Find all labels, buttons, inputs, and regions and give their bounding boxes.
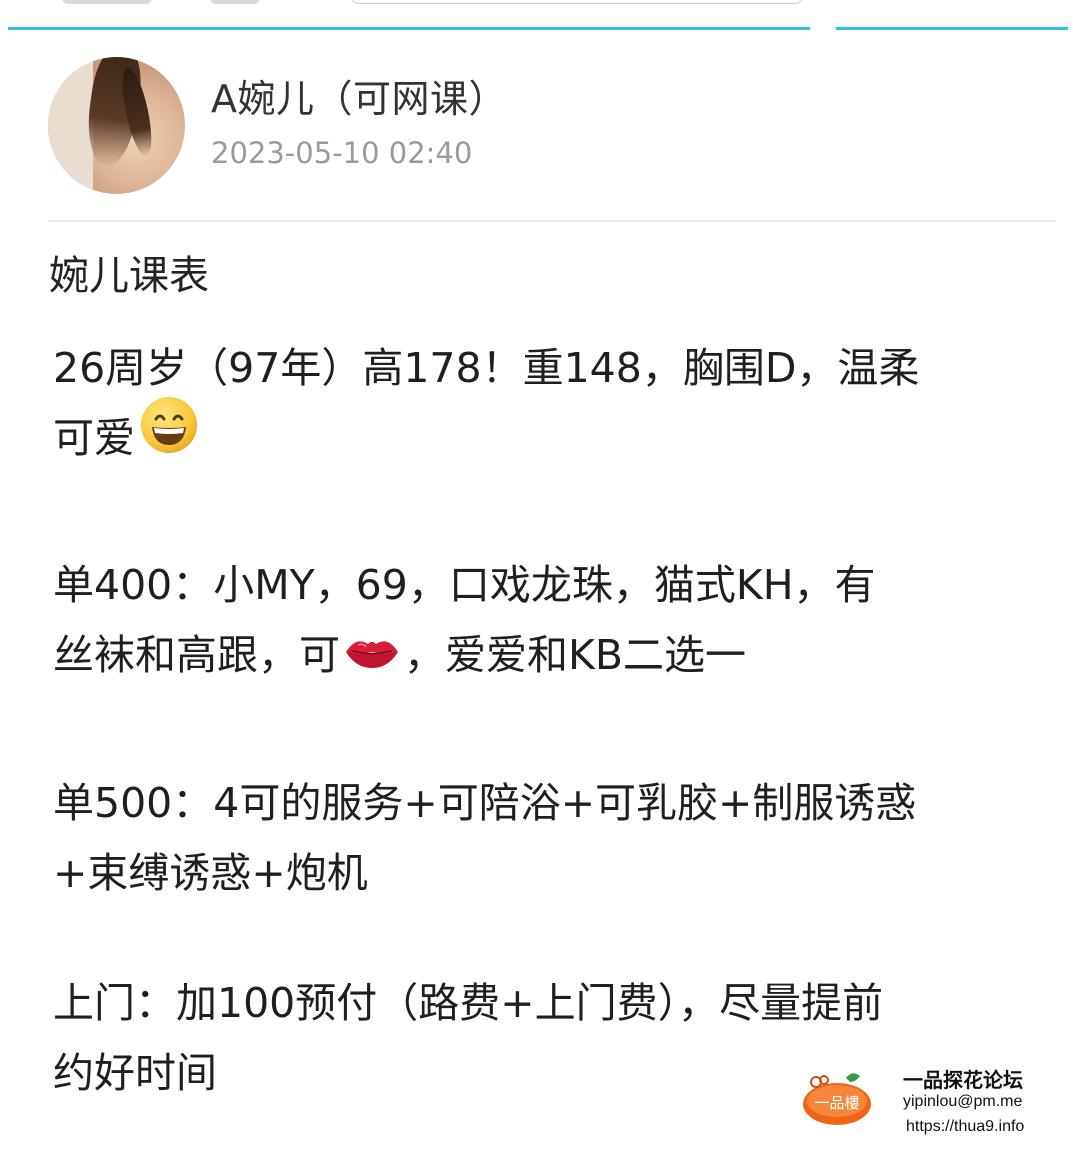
post-text: 26周岁（97年）高178！重148，胸围D，温柔	[53, 344, 920, 392]
post-text: 丝袜和高跟，可	[53, 631, 340, 679]
avatar[interactable]	[48, 57, 185, 194]
post-text: 单500：4可的服务+可陪浴+可乳胶+制服诱惑	[53, 779, 917, 827]
post-paragraph: 26周岁（97年）高178！重148，胸围D，温柔 可爱	[53, 333, 919, 473]
post-text: 约好时间	[53, 1049, 217, 1097]
kiss-mark-icon	[340, 623, 404, 693]
grinning-face-icon	[135, 397, 199, 476]
post-timestamp: 2023-05-10 02:40	[211, 136, 473, 170]
watermark-logo-text: 一品樓	[814, 1094, 859, 1112]
header-fragment	[210, 0, 260, 4]
search-bar[interactable]	[350, 0, 804, 4]
post-text: +束缚诱惑+炮机	[53, 849, 368, 897]
top-app-bar	[0, 0, 1073, 32]
watermark-url: https://thua9.info	[906, 1118, 1025, 1135]
post-paragraph: 上门：加100预付（路费+上门费），尽量提前 约好时间	[53, 968, 883, 1108]
header-fragment	[62, 0, 152, 4]
watermark-email: yipinlou@pm.me	[903, 1093, 1023, 1110]
accent-divider-notch	[810, 26, 836, 32]
header-divider	[48, 220, 1056, 222]
watermark-title: 一品探花论坛	[903, 1068, 1023, 1092]
watermark-logo: 一品樓	[800, 1066, 874, 1126]
post-paragraph: 单400：小MY，69，口戏龙珠，猫式KH，有 丝袜和高跟，可 ，爱爱和KB二选…	[53, 550, 876, 690]
accent-divider	[8, 27, 1068, 30]
author-name[interactable]: A婉儿（可网课）	[211, 68, 507, 123]
post-text: 上门：加100预付（路费+上门费），尽量提前	[53, 979, 884, 1027]
post-text: ，爱爱和KB二选一	[404, 631, 747, 679]
post-text: 可爱	[53, 414, 135, 462]
post-paragraph: 单500：4可的服务+可陪浴+可乳胶+制服诱惑 +束缚诱惑+炮机	[53, 768, 916, 908]
post-text: 单400：小MY，69，口戏龙珠，猫式KH，有	[53, 561, 876, 609]
post-title: 婉儿课表	[49, 253, 209, 299]
